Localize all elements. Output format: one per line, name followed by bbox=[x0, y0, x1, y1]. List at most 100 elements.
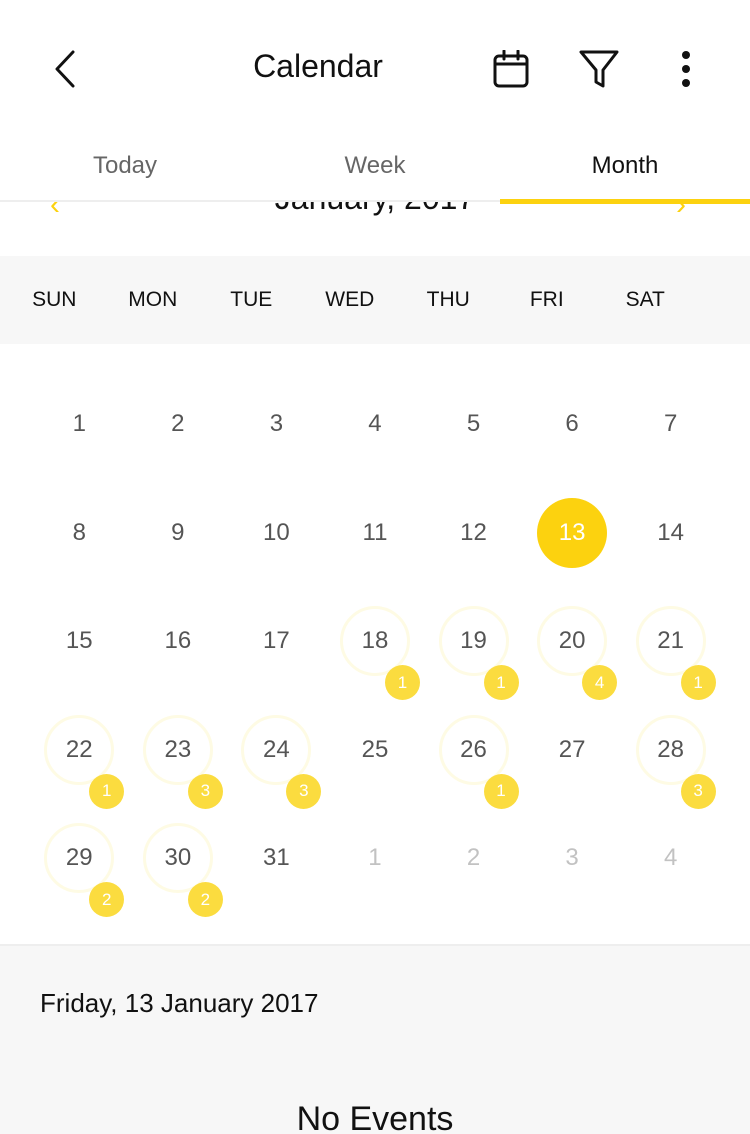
day-cell[interactable]: 22 1 bbox=[30, 696, 129, 809]
day-number: 3 bbox=[565, 844, 579, 871]
weekday-fri: FRI bbox=[529, 288, 564, 311]
day-number: 1 bbox=[368, 844, 382, 871]
day-cell[interactable]: 14 bbox=[621, 479, 720, 588]
day-number: 27 bbox=[558, 735, 586, 763]
day-cell[interactable]: 5 bbox=[424, 370, 523, 479]
day-number: 24 bbox=[263, 735, 290, 763]
day-number: 22 bbox=[65, 735, 93, 763]
day-number: 18 bbox=[361, 627, 389, 654]
weekday-thu: THU bbox=[426, 288, 470, 311]
day-number: 7 bbox=[663, 410, 678, 437]
day-cell[interactable]: 6 bbox=[523, 370, 622, 479]
day-number: 14 bbox=[657, 518, 684, 546]
more-options-button[interactable] bbox=[661, 44, 711, 94]
day-cell[interactable]: 16 bbox=[129, 587, 228, 696]
page-title: Calendar bbox=[253, 48, 383, 84]
day-number: 20 bbox=[558, 627, 586, 654]
day-cell[interactable]: 27 bbox=[523, 696, 622, 805]
day-cell[interactable]: 31 bbox=[227, 804, 326, 913]
day-cell[interactable]: 25 bbox=[326, 696, 425, 805]
weekday-tue: TUE bbox=[230, 288, 273, 311]
day-cell[interactable]: 7 bbox=[621, 370, 720, 479]
day-number: 9 bbox=[171, 518, 185, 546]
more-vertical-icon bbox=[682, 51, 690, 87]
day-number: 2 bbox=[466, 844, 481, 871]
day-cell[interactable]: 26 1 bbox=[424, 696, 523, 809]
day-cell[interactable]: 15 bbox=[30, 587, 129, 696]
day-number: 16 bbox=[164, 627, 192, 654]
day-number: 26 bbox=[460, 735, 487, 763]
day-number: 17 bbox=[263, 627, 290, 654]
weekday-sun: SUN bbox=[32, 288, 77, 311]
tab-month[interactable]: Month bbox=[500, 130, 750, 204]
day-number: 30 bbox=[164, 844, 192, 871]
day-number: 5 bbox=[466, 410, 481, 437]
day-number: 2 bbox=[171, 410, 185, 437]
day-details-panel: Friday, 13 January 2017 No Events bbox=[0, 946, 750, 1134]
day-cell[interactable]: 1 bbox=[326, 804, 425, 913]
day-cell[interactable]: 1 bbox=[30, 370, 129, 479]
weekday-wed: WED bbox=[325, 288, 375, 311]
filter-button[interactable] bbox=[574, 44, 624, 94]
day-cell[interactable]: 17 bbox=[227, 587, 326, 696]
day-cell[interactable]: 4 bbox=[326, 370, 425, 479]
day-cell[interactable]: 20 4 bbox=[523, 587, 622, 700]
selected-date-label: Friday, 13 January 2017 bbox=[40, 988, 319, 1018]
day-cell[interactable]: 19 1 bbox=[424, 587, 523, 700]
day-cell[interactable]: 12 bbox=[424, 479, 523, 588]
app-header: Calendar bbox=[0, 0, 750, 130]
weekday-mon: MON bbox=[128, 288, 178, 311]
month-grid: 1 2 3 4 5 6 7 8 9 10 11 12 13 14 15 16 17 18 1 19 1 20 4 21 1 22 1… bbox=[30, 370, 720, 917]
day-cell[interactable]: 18 1 bbox=[326, 587, 425, 700]
event-count-badge: 2 bbox=[187, 882, 223, 917]
calendar-icon bbox=[493, 50, 529, 88]
day-cell[interactable]: 11 bbox=[326, 479, 425, 588]
day-cell[interactable]: 4 bbox=[621, 804, 720, 913]
day-number: 31 bbox=[263, 844, 290, 871]
empty-state-message: No Events bbox=[296, 1100, 454, 1134]
tab-week[interactable]: Week bbox=[250, 130, 500, 202]
day-number: 25 bbox=[361, 735, 389, 763]
day-cell[interactable]: 3 bbox=[523, 804, 622, 913]
day-number: 12 bbox=[460, 518, 487, 546]
day-cell[interactable]: 13 bbox=[523, 479, 622, 588]
week-row: 1 2 3 4 5 6 7 bbox=[30, 370, 720, 479]
day-cell[interactable]: 8 bbox=[30, 479, 129, 588]
calendar-button[interactable] bbox=[486, 44, 536, 94]
day-number: 28 bbox=[657, 735, 684, 763]
day-cell[interactable]: 21 1 bbox=[621, 587, 720, 700]
day-number: 19 bbox=[460, 627, 487, 654]
day-number: 8 bbox=[72, 518, 86, 546]
view-tabs: Today Week Month bbox=[0, 130, 750, 204]
week-row: 8 9 10 11 12 13 14 bbox=[30, 479, 720, 588]
event-count-badge: 2 bbox=[89, 882, 125, 917]
day-number: 6 bbox=[565, 410, 579, 437]
day-cell[interactable]: 10 bbox=[227, 479, 326, 588]
day-cell[interactable]: 28 3 bbox=[621, 696, 720, 809]
day-number: 1 bbox=[72, 410, 86, 437]
filter-icon bbox=[579, 50, 619, 88]
day-number: 29 bbox=[65, 844, 93, 871]
day-cell[interactable]: 29 2 bbox=[30, 804, 129, 917]
day-number: 10 bbox=[263, 518, 290, 546]
day-cell[interactable]: 3 bbox=[227, 370, 326, 479]
tab-today[interactable]: Today bbox=[0, 130, 250, 202]
day-number: 3 bbox=[269, 410, 284, 437]
day-cell[interactable]: 30 2 bbox=[129, 804, 228, 917]
weekday-sat: SAT bbox=[625, 288, 665, 311]
day-cell[interactable]: 23 3 bbox=[129, 696, 228, 809]
weekday-header: SUN MON TUE WED THU FRI SAT bbox=[0, 256, 750, 344]
week-row: 22 1 23 3 24 3 25 26 1 27 28 3 bbox=[30, 696, 720, 809]
day-number: 11 bbox=[362, 518, 388, 546]
day-number: 4 bbox=[368, 410, 382, 437]
day-number: 13 bbox=[558, 518, 586, 546]
day-number: 15 bbox=[65, 627, 93, 654]
day-cell[interactable]: 2 bbox=[424, 804, 523, 913]
week-row: 29 2 30 2 31 1 2 3 4 bbox=[30, 804, 720, 917]
day-number: 21 bbox=[657, 627, 684, 654]
day-cell[interactable]: 9 bbox=[129, 479, 228, 588]
day-cell[interactable]: 2 bbox=[129, 370, 228, 479]
day-number: 4 bbox=[663, 844, 678, 871]
day-cell[interactable]: 24 3 bbox=[227, 696, 326, 809]
day-number: 23 bbox=[164, 735, 192, 763]
